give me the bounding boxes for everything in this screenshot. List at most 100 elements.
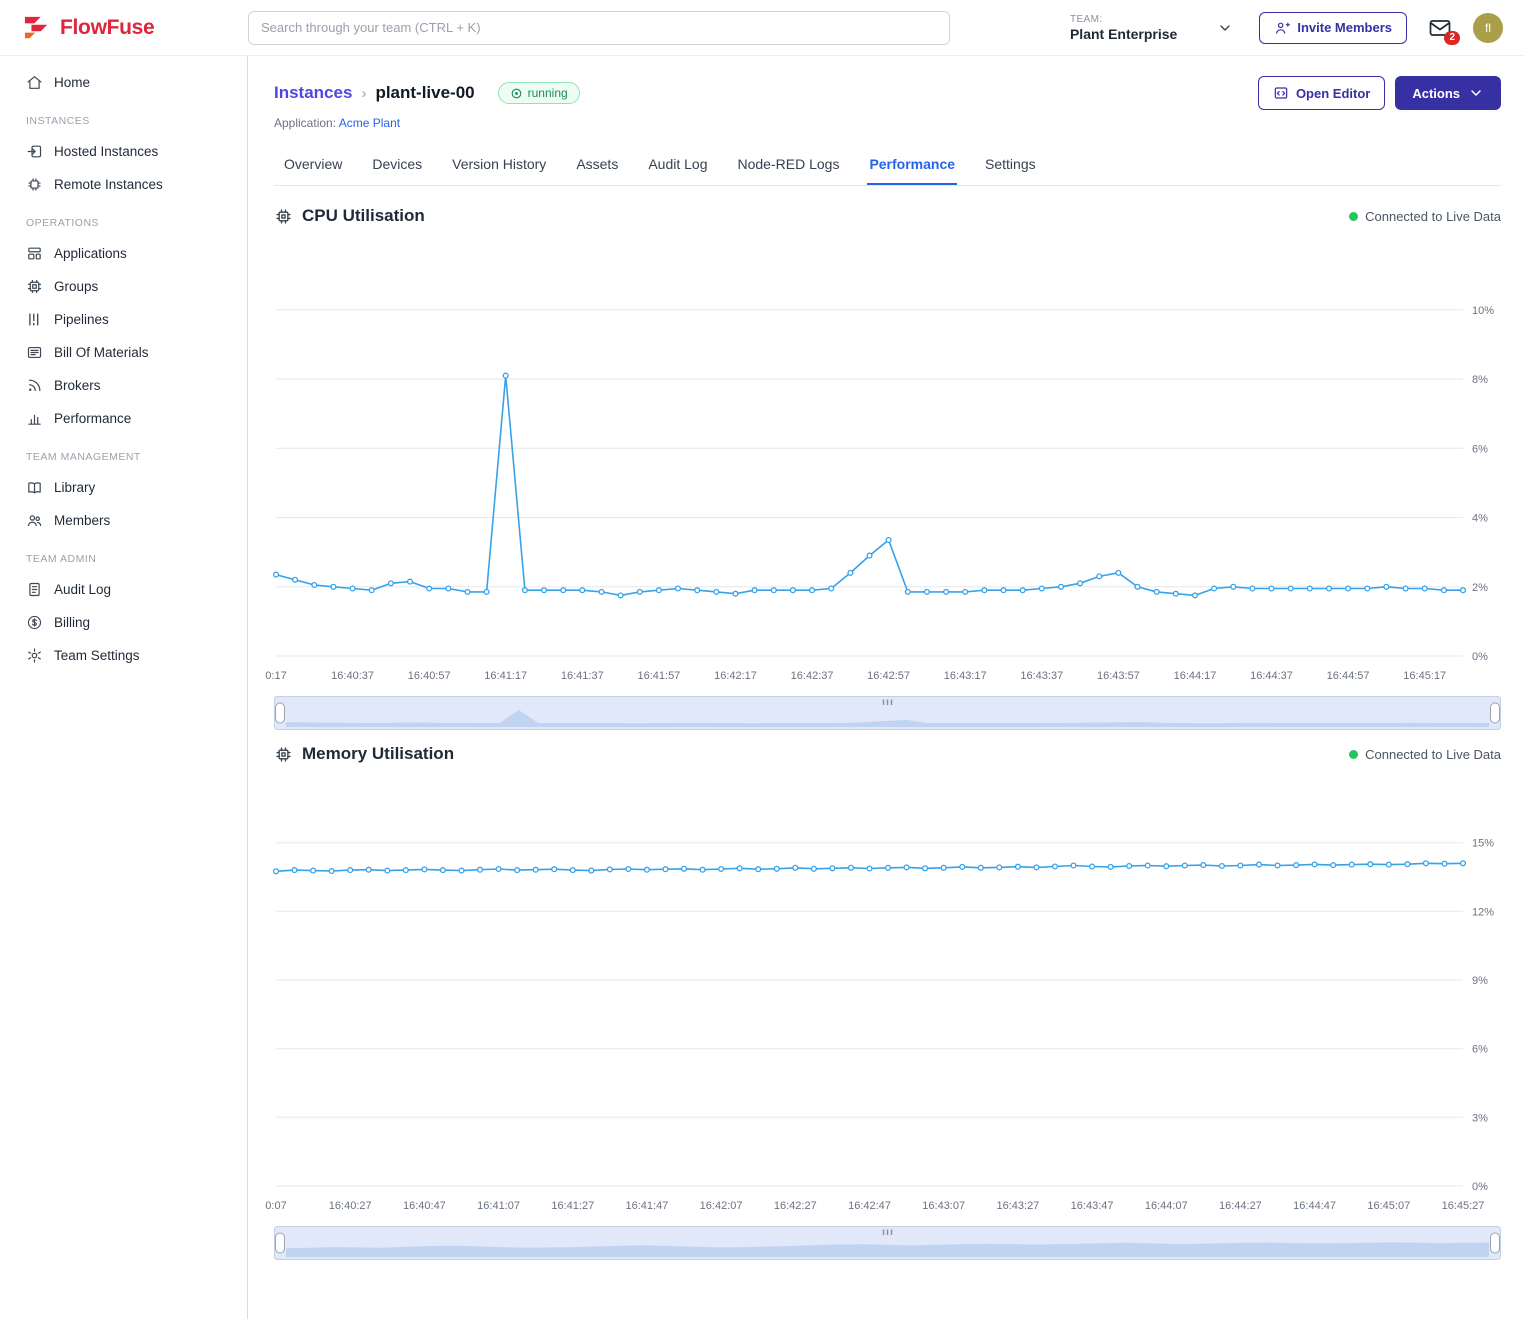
remote-instances-icon	[26, 176, 43, 193]
svg-text:0%: 0%	[1472, 1181, 1488, 1193]
notification-count-badge: 2	[1444, 31, 1460, 45]
svg-text:15%: 15%	[1472, 838, 1494, 850]
svg-text:16:42:27: 16:42:27	[774, 1200, 817, 1212]
live-dot-icon	[1349, 212, 1358, 221]
tab-performance[interactable]: Performance	[867, 146, 957, 185]
sidebar-item-applications[interactable]: Applications	[0, 237, 247, 270]
library-icon	[26, 479, 43, 496]
sidebar-item-label: Billing	[54, 615, 90, 630]
chevron-down-icon	[1468, 85, 1484, 101]
breadcrumb-instances-link[interactable]: Instances	[274, 83, 352, 103]
svg-text:16:40:57: 16:40:57	[408, 670, 451, 682]
tab-overview[interactable]: Overview	[282, 146, 344, 185]
svg-text:16:44:37: 16:44:37	[1250, 670, 1293, 682]
svg-text:16:41:17: 16:41:17	[484, 670, 527, 682]
memory-chip-icon	[274, 745, 293, 764]
sidebar-item-label: Groups	[54, 279, 98, 294]
tab-settings[interactable]: Settings	[983, 146, 1038, 185]
sidebar-item-label: Performance	[54, 411, 131, 426]
memory-chart-range-brush[interactable]	[274, 1226, 1501, 1260]
avatar-initials: fl	[1485, 21, 1491, 35]
cpu-chart-plot: 0%2%4%6%8%10%0:1716:40:3716:40:5716:41:1…	[274, 236, 1501, 694]
svg-text:16:41:27: 16:41:27	[551, 1200, 594, 1212]
user-avatar[interactable]: fl	[1473, 13, 1503, 43]
instance-tabs: Overview Devices Version History Assets …	[274, 146, 1501, 186]
tab-assets[interactable]: Assets	[574, 146, 620, 185]
sidebar-item-bill-of-materials[interactable]: Bill Of Materials	[0, 336, 247, 369]
svg-text:4%: 4%	[1472, 513, 1488, 525]
sidebar-item-groups[interactable]: Groups	[0, 270, 247, 303]
memory-utilisation-section: Memory Utilisation Connected to Live Dat…	[274, 744, 1501, 1260]
sidebar-item-members[interactable]: Members	[0, 504, 247, 537]
sidebar-item-library[interactable]: Library	[0, 471, 247, 504]
flowfuse-logo-icon	[22, 15, 52, 41]
actions-button[interactable]: Actions	[1395, 76, 1501, 110]
sidebar-item-audit-log[interactable]: Audit Log	[0, 573, 247, 606]
sidebar-item-hosted-instances[interactable]: Hosted Instances	[0, 135, 247, 168]
flowfuse-logo[interactable]: FlowFuse	[0, 15, 248, 41]
application-link[interactable]: Acme Plant	[339, 116, 400, 130]
memory-chart-plot: 0%3%6%9%12%15%0:0716:40:2716:40:4716:41:…	[274, 774, 1501, 1224]
home-icon	[26, 74, 43, 91]
search-input[interactable]	[248, 11, 950, 45]
svg-text:16:45:07: 16:45:07	[1367, 1200, 1410, 1212]
sidebar-section-title-team-admin: TEAM ADMIN	[0, 537, 247, 573]
svg-text:0:17: 0:17	[265, 670, 286, 682]
team-label: TEAM:	[1070, 14, 1177, 25]
hosted-instances-icon	[26, 143, 43, 160]
svg-text:16:40:27: 16:40:27	[329, 1200, 372, 1212]
sidebar-item-label: Members	[54, 513, 110, 528]
open-editor-button[interactable]: Open Editor	[1258, 76, 1385, 110]
application-label: Application:	[274, 116, 336, 130]
status-badge: running	[498, 82, 580, 104]
cpu-chart-range-brush[interactable]	[274, 696, 1501, 730]
sidebar-item-billing[interactable]: Billing	[0, 606, 247, 639]
sidebar-item-remote-instances[interactable]: Remote Instances	[0, 168, 247, 201]
cpu-live-status: Connected to Live Data	[1349, 209, 1501, 224]
bom-icon	[26, 344, 43, 361]
sidebar-item-label: Applications	[54, 246, 127, 261]
tab-devices[interactable]: Devices	[370, 146, 424, 185]
sidebar-item-label: Hosted Instances	[54, 144, 158, 159]
application-line: Application: Acme Plant	[274, 116, 1501, 130]
invite-members-label: Invite Members	[1297, 20, 1392, 35]
chevron-down-icon	[1217, 20, 1233, 36]
sidebar-item-team-settings[interactable]: Team Settings	[0, 639, 247, 672]
status-badge-label: running	[528, 86, 568, 100]
svg-text:6%: 6%	[1472, 1044, 1488, 1056]
svg-text:8%: 8%	[1472, 374, 1488, 386]
editor-icon	[1273, 85, 1289, 101]
svg-text:0%: 0%	[1472, 651, 1488, 663]
sidebar-item-label: Team Settings	[54, 648, 140, 663]
sidebar-item-brokers[interactable]: Brokers	[0, 369, 247, 402]
sidebar-section-title-operations: OPERATIONS	[0, 201, 247, 237]
svg-text:12%: 12%	[1472, 906, 1494, 918]
svg-text:16:42:07: 16:42:07	[700, 1200, 743, 1212]
invite-members-button[interactable]: Invite Members	[1259, 12, 1407, 44]
chevron-right-icon: ›	[361, 85, 366, 102]
sidebar-item-label: Home	[54, 75, 90, 90]
user-plus-icon	[1274, 20, 1290, 36]
sidebar-section-title-instances: INSTANCES	[0, 99, 247, 135]
svg-text:16:43:47: 16:43:47	[1071, 1200, 1114, 1212]
sidebar-item-home[interactable]: Home	[0, 66, 247, 99]
tab-audit-log[interactable]: Audit Log	[646, 146, 709, 185]
svg-text:16:44:57: 16:44:57	[1327, 670, 1370, 682]
svg-text:16:43:07: 16:43:07	[922, 1200, 965, 1212]
sidebar-item-pipelines[interactable]: Pipelines	[0, 303, 247, 336]
sidebar-item-label: Remote Instances	[54, 177, 163, 192]
team-selector[interactable]: TEAM: Plant Enterprise	[1064, 10, 1239, 46]
sidebar-item-performance[interactable]: Performance	[0, 402, 247, 435]
breadcrumb: Instances › plant-live-00 running Open E…	[274, 76, 1501, 110]
notifications-button[interactable]: 2	[1427, 16, 1453, 40]
svg-text:16:42:17: 16:42:17	[714, 670, 757, 682]
tab-version-history[interactable]: Version History	[450, 146, 548, 185]
sidebar-item-label: Bill Of Materials	[54, 345, 149, 360]
svg-text:16:44:07: 16:44:07	[1145, 1200, 1188, 1212]
instance-name: plant-live-00	[375, 83, 474, 103]
svg-text:16:44:27: 16:44:27	[1219, 1200, 1262, 1212]
pipelines-icon	[26, 311, 43, 328]
tab-node-red-logs[interactable]: Node-RED Logs	[736, 146, 842, 185]
svg-text:2%: 2%	[1472, 582, 1488, 594]
svg-text:16:45:27: 16:45:27	[1442, 1200, 1485, 1212]
